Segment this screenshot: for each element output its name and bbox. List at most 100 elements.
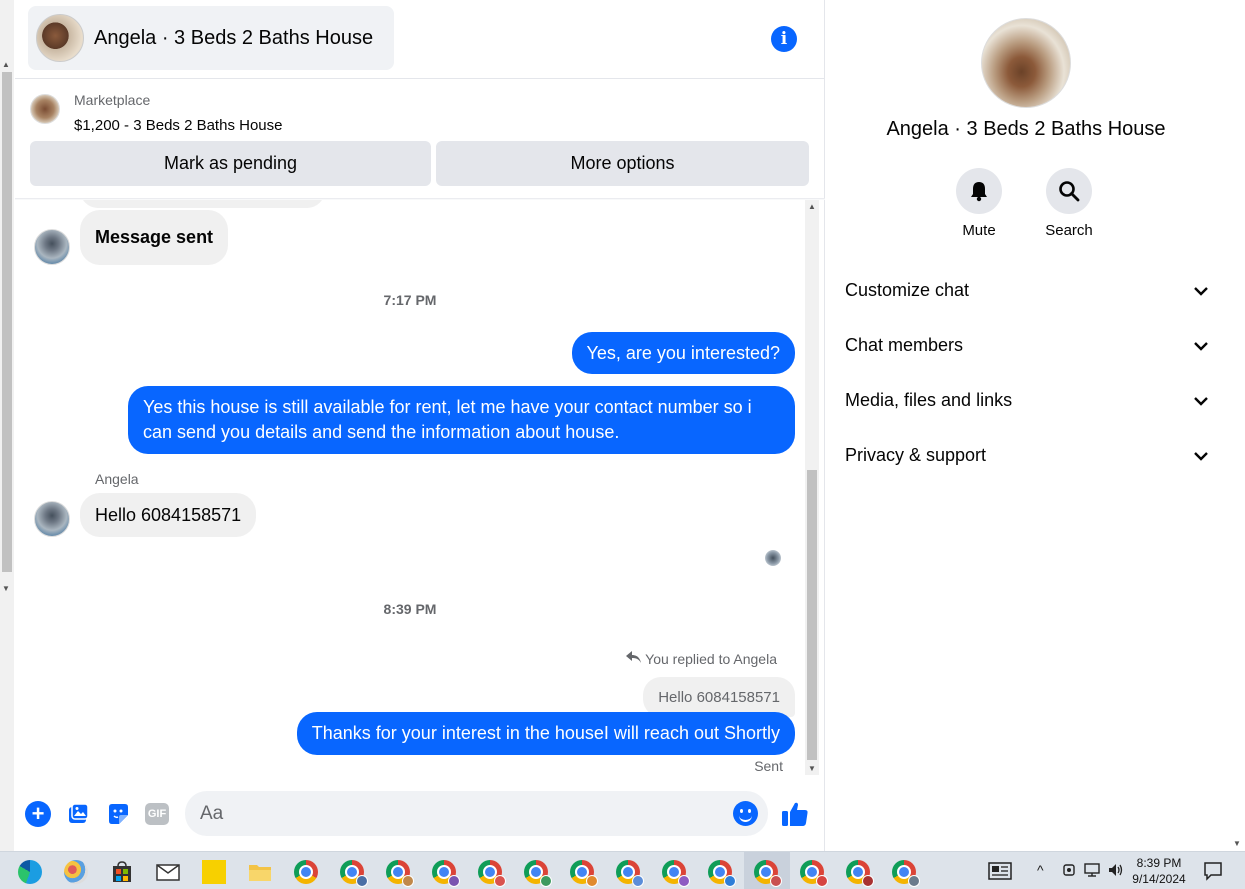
clock-date: 9/14/2024 (1132, 872, 1186, 886)
section-privacy-support[interactable]: Privacy & support (845, 445, 1209, 466)
page-scrollbar[interactable]: ▲ ▼ (0, 0, 14, 851)
chevron-down-icon (1194, 286, 1208, 296)
listing-avatar-large[interactable] (981, 18, 1071, 108)
messages-scrollbar[interactable]: ▲ ▼ (805, 200, 819, 775)
photo-icon[interactable] (65, 801, 91, 827)
side-scrollbar[interactable]: ▼ (1228, 0, 1245, 851)
chrome-profile-icon[interactable] (340, 860, 368, 887)
taskbar: ^ 8:39 PM 9/14/2024 (0, 851, 1245, 889)
volume-icon[interactable] (1107, 862, 1125, 881)
section-chat-members[interactable]: Chat members (845, 335, 1209, 356)
section-media-files-links[interactable]: Media, files and links (845, 390, 1209, 411)
mute-button[interactable]: Mute (944, 168, 1014, 239)
sticker-icon[interactable] (105, 801, 131, 827)
message-input[interactable] (200, 802, 700, 825)
message-line: Yes this house is still available for re… (143, 397, 752, 417)
chrome-profile-icon[interactable] (616, 860, 644, 887)
bell-icon[interactable] (956, 168, 1002, 214)
message-bubble-incoming[interactable]: Hello 6084158571 (80, 493, 257, 537)
network-icon[interactable] (1083, 862, 1101, 881)
reply-note-text: You replied to Angela (645, 651, 777, 667)
chrome-profile-icon[interactable] (892, 860, 920, 887)
section-customize-chat[interactable]: Customize chat (845, 280, 1209, 301)
chrome-profile-icon[interactable] (754, 860, 782, 887)
search-label: Search (1045, 222, 1093, 239)
chat-header[interactable]: Angela · 3 Beds 2 Baths House (28, 6, 394, 70)
chevron-down-icon (1194, 396, 1208, 406)
gif-icon[interactable]: GIF (145, 803, 169, 825)
scrollbar-thumb[interactable] (807, 470, 817, 760)
chrome-profile-icon[interactable] (800, 860, 828, 887)
message-list[interactable]: Message sent 7:17 PM Yes, are you intere… (15, 200, 805, 778)
sender-name: Angela (95, 471, 139, 487)
folder-icon[interactable] (248, 860, 272, 884)
search-button[interactable]: Search (1034, 168, 1104, 239)
header-divider (15, 78, 825, 79)
chrome-profile-icon[interactable] (478, 860, 506, 887)
chat-info-panel: Angela · 3 Beds 2 Baths House Mute Searc… (826, 0, 1228, 851)
scroll-up-arrow-icon[interactable]: ▲ (808, 202, 816, 211)
scroll-up-arrow-icon[interactable]: ▲ (2, 60, 10, 69)
sent-status: Sent (754, 758, 783, 774)
side-title: Angela · 3 Beds 2 Baths House (886, 118, 1166, 140)
scroll-down-arrow-icon[interactable]: ▼ (2, 584, 10, 593)
timestamp: 7:17 PM (383, 292, 437, 308)
marketplace-listing[interactable]: Marketplace $1,200 - 3 Beds 2 Baths Hous… (30, 92, 282, 134)
read-receipt-avatar (765, 550, 781, 566)
mark-as-pending-button[interactable]: Mark as pending (30, 141, 431, 186)
message-composer: + GIF (15, 786, 825, 842)
reply-note: You replied to Angela (626, 651, 777, 667)
news-icon[interactable] (988, 862, 1012, 883)
message-bubble-outgoing[interactable]: Yes, are you interested? (571, 332, 795, 374)
chrome-profile-icon[interactable] (386, 860, 414, 887)
chrome-profile-icon[interactable] (662, 860, 690, 887)
listing-avatar[interactable] (36, 14, 84, 62)
quoted-message[interactable]: Hello 6084158571 (643, 677, 795, 717)
message-bubble-incoming[interactable]: Message sent (80, 210, 229, 265)
paint-icon[interactable] (64, 860, 88, 884)
info-icon[interactable]: i (771, 26, 797, 52)
clock[interactable]: 8:39 PM 9/14/2024 (1128, 855, 1190, 887)
section-label: Privacy & support (845, 445, 987, 465)
message-bubble-outgoing[interactable]: Yes this house is still available for re… (128, 386, 795, 454)
chevron-down-icon (1194, 341, 1208, 351)
scroll-down-arrow-icon[interactable]: ▼ (1233, 839, 1241, 848)
message-bubble-partial (80, 200, 325, 208)
section-label: Media, files and links (845, 390, 1013, 410)
message-bubble-outgoing[interactable]: Thanks for your interest in the houseI w… (296, 712, 795, 755)
scroll-down-arrow-icon[interactable]: ▼ (808, 764, 816, 773)
chrome-profile-icon[interactable] (524, 860, 552, 887)
section-label: Chat members (845, 335, 964, 355)
search-icon[interactable] (1046, 168, 1092, 214)
meet-icon[interactable] (1062, 862, 1076, 881)
sticky-notes-icon[interactable] (202, 860, 226, 884)
marketplace-label: Marketplace (74, 92, 151, 108)
chrome-profile-icon[interactable] (432, 860, 460, 887)
more-options-button[interactable]: More options (436, 141, 809, 186)
notifications-icon[interactable] (1203, 861, 1223, 884)
mail-icon[interactable] (156, 860, 180, 884)
clock-time: 8:39 PM (1136, 856, 1182, 870)
timestamp: 8:39 PM (383, 601, 437, 617)
thumbs-up-icon[interactable] (780, 799, 810, 829)
chrome-icon[interactable] (294, 860, 318, 884)
emoji-icon[interactable] (733, 801, 758, 826)
mute-label: Mute (962, 222, 996, 239)
chat-title[interactable]: Angela · 3 Beds 2 Baths House (94, 27, 373, 50)
chrome-profile-icon[interactable] (708, 860, 736, 887)
store-icon[interactable] (110, 860, 134, 884)
listing-thumbnail[interactable] (30, 94, 60, 124)
avatar[interactable] (34, 229, 70, 265)
section-label: Customize chat (845, 280, 970, 300)
message-input-box[interactable] (185, 791, 768, 836)
scrollbar-thumb[interactable] (2, 72, 12, 572)
avatar[interactable] (34, 501, 70, 537)
chrome-profile-icon[interactable] (570, 860, 598, 887)
chrome-profile-icon[interactable] (846, 860, 874, 887)
screen: ▲ ▼ Angela · 3 Beds 2 Baths House i Mark… (0, 0, 1245, 889)
edge-icon[interactable] (18, 860, 42, 884)
chevron-up-icon[interactable]: ^ (1037, 862, 1044, 878)
listing-title[interactable]: $1,200 - 3 Beds 2 Baths House (74, 117, 282, 134)
chat-panel: Angela · 3 Beds 2 Baths House i Marketpl… (15, 0, 825, 851)
plus-icon[interactable]: + (25, 801, 51, 827)
